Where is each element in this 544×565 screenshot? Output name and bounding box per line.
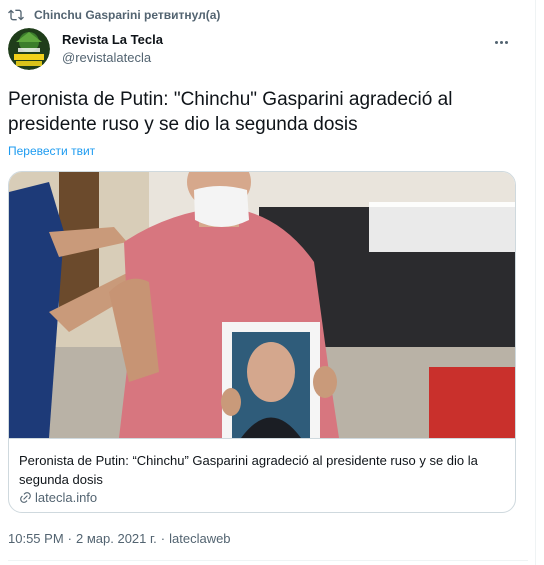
translate-tweet-link[interactable]: Перевести твит: [8, 144, 95, 158]
author-handle[interactable]: @revistalatecla: [62, 50, 163, 65]
author-name[interactable]: Revista La Tecla: [62, 32, 163, 47]
tweet-time[interactable]: 10:55 PM: [8, 531, 64, 546]
more-dots-icon: [495, 41, 498, 44]
tweet: Chinchu Gasparini ретвитнул(а) Revista L…: [0, 0, 536, 565]
avatar-logo: [8, 28, 50, 70]
card-body[interactable]: Peronista de Putin: “Chinchu” Gasparini …: [9, 438, 515, 512]
retweet-icon: [8, 9, 24, 21]
card-image: [9, 172, 515, 438]
card-domain[interactable]: latecla.info: [19, 490, 97, 505]
card-domain-text: latecla.info: [35, 490, 98, 505]
link-icon: [20, 492, 31, 503]
tweet-text: Peronista de Putin: "Chinchu" Gasparini …: [8, 89, 453, 135]
link-card[interactable]: Peronista de Putin: “Chinchu” Gasparini …: [8, 171, 516, 513]
meta-separator: ·: [67, 531, 72, 546]
meta-separator-2: ·: [160, 531, 166, 546]
divider: [8, 560, 528, 561]
author-block[interactable]: Revista La Tecla @revistalatecla: [62, 32, 163, 65]
retweet-context: Chinchu Gasparini ретвитнул(а): [8, 7, 220, 23]
more-options-button[interactable]: [495, 31, 515, 47]
tweet-source[interactable]: lateclaweb: [169, 531, 230, 546]
tweet-date[interactable]: 2 мар. 2021 г.: [76, 531, 157, 546]
card-title[interactable]: Peronista de Putin: “Chinchu” Gasparini …: [19, 451, 505, 489]
avatar[interactable]: [8, 28, 50, 70]
tweet-meta: 10:55 PM · 2 мар. 2021 г. · lateclaweb: [8, 531, 231, 546]
retweet-label[interactable]: Chinchu Gasparini ретвитнул(а): [34, 8, 220, 22]
